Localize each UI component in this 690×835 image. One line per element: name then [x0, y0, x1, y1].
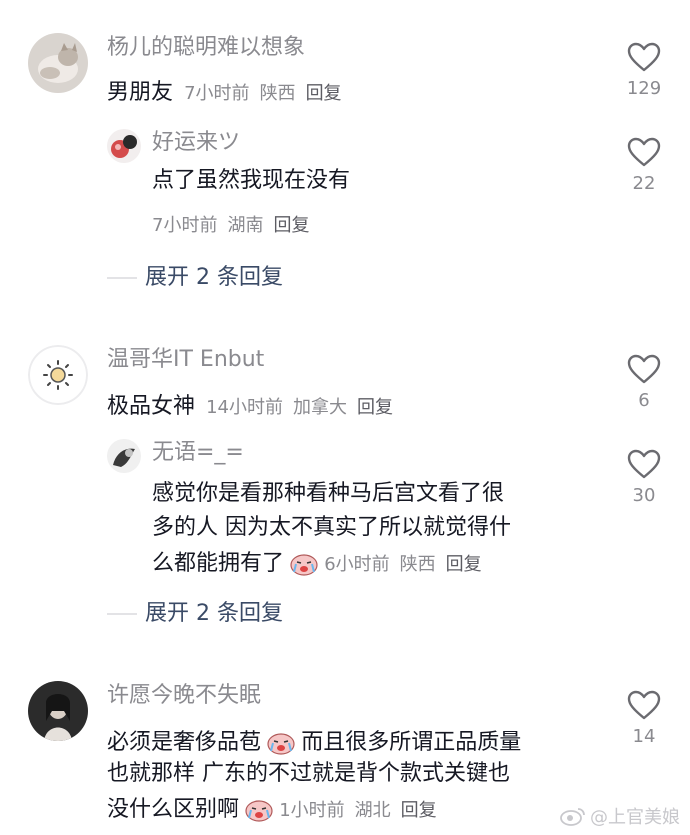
heart-outline-icon — [627, 42, 661, 72]
expand-divider — [107, 277, 137, 279]
reply-username[interactable]: 好运来ツ — [152, 132, 240, 154]
heart-outline-icon — [627, 354, 661, 384]
reply-avatar-image — [107, 129, 141, 163]
reply-meta: 7小时前 湖南 回复 — [152, 211, 309, 237]
reply-time: 7小时前 — [152, 215, 218, 236]
comment-username[interactable]: 许愿今晚不失眠 — [107, 685, 261, 707]
like-button[interactable]: 129 — [622, 42, 666, 99]
comment-text: 极品女神 — [107, 394, 196, 419]
comment-line: 必须是奢侈品苞 而且很多所谓正品质量 — [107, 729, 521, 755]
reply-button[interactable]: 回复 — [306, 79, 342, 105]
like-count: 129 — [626, 78, 662, 99]
crying-emoji-icon — [267, 733, 295, 755]
reply-text-line: 多的人 因为太不真实了所以就觉得什 — [152, 515, 511, 540]
comment-meta: 14小时前 加拿大 回复 — [206, 393, 393, 419]
like-count: 6 — [638, 390, 650, 411]
comment-location: 陕西 — [259, 83, 296, 104]
reply-button[interactable]: 回复 — [446, 550, 482, 576]
reply-text-line: 么都能拥有了 — [152, 551, 285, 576]
comment-meta: 7小时前 陕西 回复 — [184, 79, 341, 105]
comment-text-line: 必须是奢侈品苞 — [107, 730, 262, 755]
expand-replies-button[interactable]: 展开 2 条回复 — [107, 603, 283, 625]
comment-location: 湖北 — [354, 800, 391, 821]
expand-replies-button[interactable]: 展开 2 条回复 — [107, 267, 283, 289]
weibo-logo-icon — [560, 808, 585, 826]
comment-avatar[interactable] — [28, 681, 88, 741]
comment-username[interactable]: 温哥华IT Enbut — [107, 349, 264, 371]
watermark-text: @上官美娘 — [590, 807, 680, 828]
comment-last-line: 没什么区别啊 1小时前 湖北 回复 — [107, 796, 437, 822]
comment-body: 男朋友 7小时前 陕西 回复 — [107, 79, 342, 105]
comment-text-line: 也就那样 广东的不过就是背个款式关键也 — [107, 761, 510, 786]
like-button[interactable]: 30 — [622, 449, 666, 506]
heart-outline-icon — [627, 137, 661, 167]
comment-text: 男朋友 — [107, 80, 174, 105]
like-count: 22 — [632, 173, 656, 194]
cat-avatar-image — [28, 33, 88, 93]
reply-button[interactable]: 回复 — [357, 393, 393, 419]
reply-text-line: 感觉你是看那种看种马后宫文看了很 — [152, 481, 505, 506]
reply-avatar[interactable] — [107, 129, 141, 163]
reply-button[interactable]: 回复 — [273, 211, 309, 237]
comment-avatar[interactable] — [28, 345, 88, 405]
reply-location: 湖南 — [227, 215, 264, 236]
reply-avatar[interactable] — [107, 439, 141, 473]
expand-replies-label: 展开 2 条回复 — [145, 265, 283, 290]
comment-username[interactable]: 杨儿的聪明难以想象 — [107, 37, 305, 59]
crying-emoji-icon — [290, 554, 318, 576]
like-button[interactable]: 6 — [622, 354, 666, 411]
sun-avatar-image — [28, 345, 88, 405]
comment-time: 1小时前 — [279, 800, 345, 821]
comment-meta: 1小时前 湖北 回复 — [279, 796, 436, 822]
comment-text-line: 而且很多所谓正品质量 — [301, 730, 522, 755]
reply-text-line: 点了虽然我现在没有 — [152, 168, 351, 193]
comment-time: 7小时前 — [184, 83, 250, 104]
reply-location: 陕西 — [399, 554, 436, 575]
crying-emoji-icon — [245, 800, 273, 822]
reply-last-line: 么都能拥有了 6小时前 陕西 回复 — [152, 550, 482, 576]
comment-location: 加拿大 — [293, 397, 348, 418]
like-count: 30 — [632, 485, 656, 506]
expand-replies-label: 展开 2 条回复 — [145, 601, 283, 626]
like-count: 14 — [632, 726, 656, 747]
reply-button[interactable]: 回复 — [401, 796, 437, 822]
portrait-avatar-image — [28, 681, 88, 741]
expand-divider — [107, 613, 137, 615]
reply-time: 6小时前 — [324, 554, 390, 575]
comment-time: 14小时前 — [206, 397, 284, 418]
heart-outline-icon — [627, 690, 661, 720]
reply-meta: 6小时前 陕西 回复 — [324, 550, 481, 576]
reply-avatar-image — [107, 439, 141, 473]
comment-body: 极品女神 14小时前 加拿大 回复 — [107, 393, 393, 419]
watermark: @上官美娘 — [560, 803, 680, 829]
like-button[interactable]: 14 — [622, 690, 666, 747]
comment-text-line: 没什么区别啊 — [107, 797, 240, 822]
like-button[interactable]: 22 — [622, 137, 666, 194]
heart-outline-icon — [627, 449, 661, 479]
reply-username[interactable]: 无语=_= — [152, 442, 244, 464]
comment-avatar[interactable] — [28, 33, 88, 93]
